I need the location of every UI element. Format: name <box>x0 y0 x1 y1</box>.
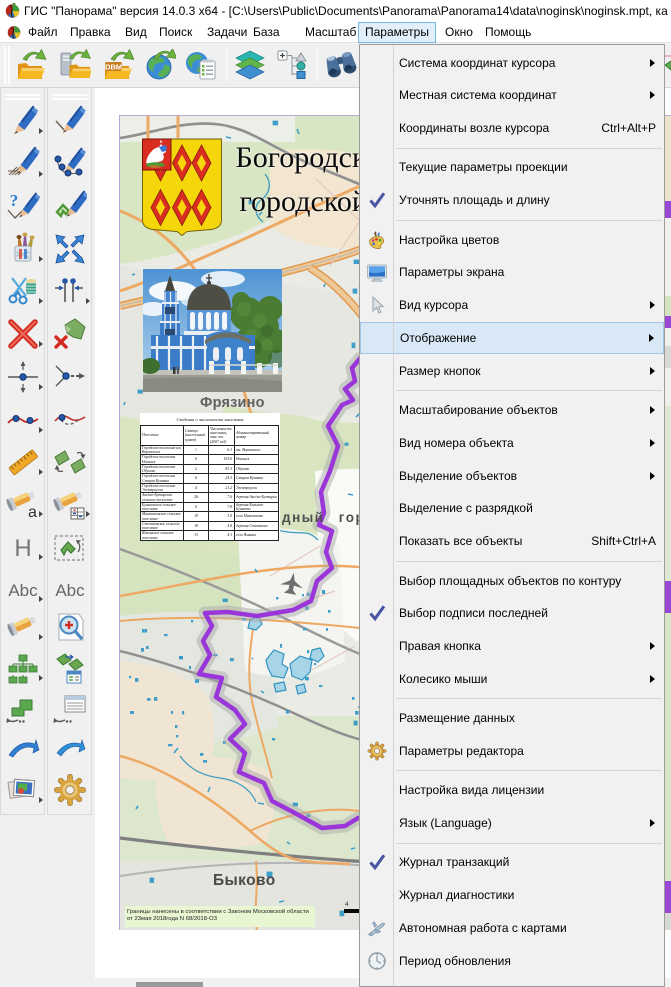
svg-text:?: ? <box>10 191 19 210</box>
svg-text:DBM: DBM <box>105 63 122 72</box>
svg-text:Abc: Abc <box>55 581 85 600</box>
svg-text:4: 4 <box>345 901 349 908</box>
svg-text:a: a <box>28 504 37 521</box>
svg-text:H: H <box>14 535 31 562</box>
svg-text:Abc: Abc <box>8 581 38 600</box>
